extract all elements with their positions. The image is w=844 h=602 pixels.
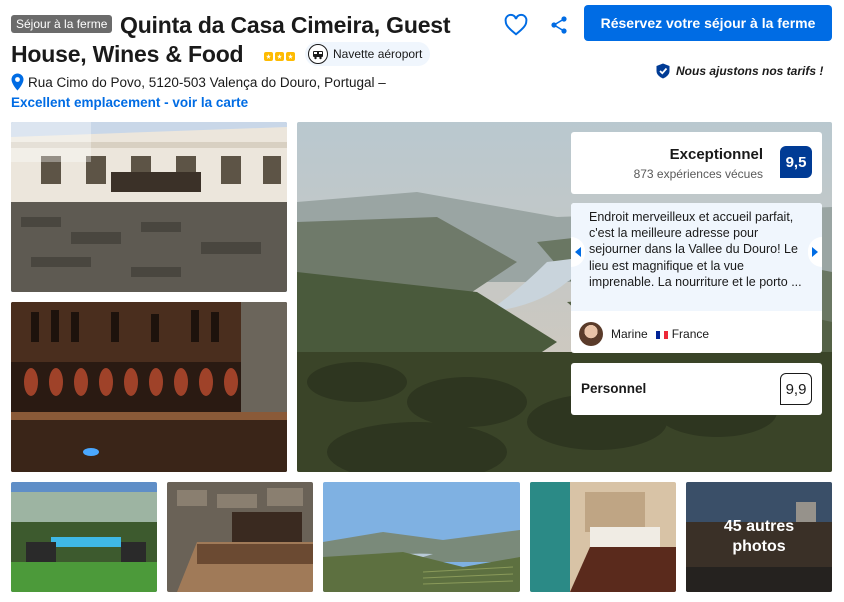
staff-label: Personnel — [581, 381, 647, 396]
location-pin-icon — [11, 73, 24, 91]
airport-shuttle-badge: Navette aéroport — [305, 42, 431, 66]
property-type-badge: Séjour à la ferme — [11, 15, 113, 33]
more-photos-label: 45 autres photos — [686, 482, 832, 592]
map-link[interactable]: Excellent emplacement - voir la carte — [11, 95, 248, 110]
price-match-label: Nous ajustons nos tarifs ! — [676, 64, 824, 78]
star-icon — [264, 52, 273, 61]
property-title-line2: House, Wines & Food — [11, 41, 244, 67]
share-icon[interactable] — [548, 14, 570, 36]
reserve-button[interactable]: Réservez votre séjour à la ferme — [584, 5, 832, 41]
star-icon — [275, 52, 284, 61]
score-label: Exceptionnel — [669, 146, 763, 163]
france-flag-icon — [655, 330, 668, 339]
shuttle-icon — [308, 44, 328, 64]
country-label: France — [671, 327, 710, 341]
score-badge: 9,5 — [780, 146, 812, 178]
gallery-photo-wine-bar[interactable] — [11, 302, 287, 472]
review-text: Endroit merveilleux et accueil parfait, … — [571, 203, 822, 311]
gallery-thumb-bedroom-stone[interactable] — [167, 482, 313, 592]
star-icon — [286, 52, 295, 61]
gallery-thumb-pool[interactable] — [11, 482, 157, 592]
gallery-thumb-more-photos[interactable]: 45 autres photos — [686, 482, 832, 592]
star-rating — [264, 52, 295, 61]
shield-check-icon — [656, 63, 670, 79]
reviewer-info: Marine France — [579, 322, 709, 346]
gallery-thumb-bedroom[interactable] — [530, 482, 676, 592]
gallery-thumb-river-view[interactable] — [323, 482, 520, 592]
staff-score-badge: 9,9 — [780, 373, 812, 405]
gallery-photo-facade[interactable] — [11, 122, 287, 292]
shuttle-label: Navette aéroport — [333, 47, 423, 61]
property-title-line1: Quinta da Casa Cimeira, Guest — [120, 12, 451, 38]
chevron-right-icon — [812, 247, 818, 257]
address-text: Rua Cimo do Povo, 5120-503 Valença do Do… — [28, 74, 386, 90]
reviewer-country: France — [655, 327, 710, 341]
review-score-card[interactable]: Exceptionnel 873 expériences vécues 9,5 — [571, 132, 822, 194]
featured-review-card: Endroit merveilleux et accueil parfait, … — [571, 203, 822, 353]
favorite-heart-icon[interactable] — [503, 12, 529, 38]
price-match-notice[interactable]: Nous ajustons nos tarifs ! — [656, 63, 823, 79]
staff-score-card[interactable]: Personnel 9,9 — [571, 363, 822, 415]
review-count: 873 expériences vécues — [633, 167, 763, 181]
reviewer-name: Marine — [611, 327, 648, 341]
address-line: Rua Cimo do Povo, 5120-503 Valença do Do… — [11, 73, 386, 91]
chevron-left-icon — [575, 247, 581, 257]
avatar — [579, 322, 603, 346]
